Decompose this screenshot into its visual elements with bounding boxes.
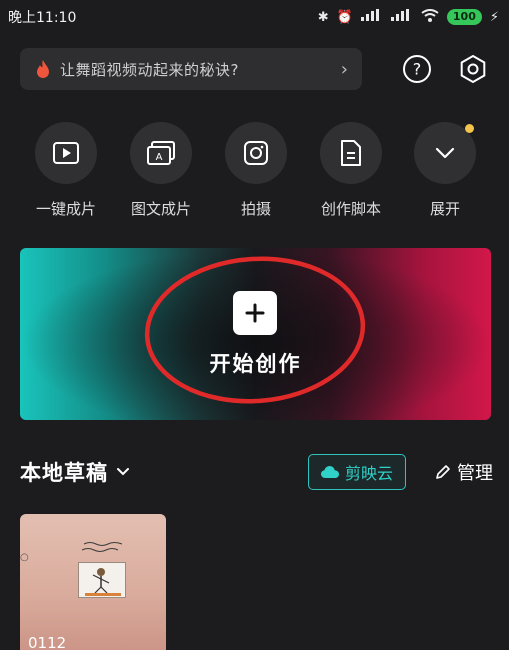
thumbnail-image	[78, 562, 126, 598]
manage-button[interactable]: 管理	[427, 454, 493, 490]
draft-name: 0112	[28, 634, 67, 650]
cloud-button[interactable]: 剪映云	[308, 454, 406, 490]
alarm-icon: ⏰	[336, 9, 353, 25]
drafts-header: 本地草稿 剪映云 管理	[20, 454, 493, 490]
chevron-down-icon[interactable]	[116, 465, 130, 479]
svg-text:?: ?	[413, 60, 422, 79]
shortcut-row: 一键成片 A 图文成片 拍摄 创作脚本 展开	[0, 122, 509, 232]
play-icon	[35, 122, 97, 184]
shortcut-label: 拍摄	[240, 200, 271, 218]
search-bar[interactable]: 让舞蹈视频动起来的秘诀? ›	[20, 48, 362, 90]
svg-text:A: A	[156, 152, 163, 163]
thumbnail-mark: ○	[20, 552, 29, 563]
cloud-label: 剪映云	[344, 464, 393, 483]
drafts-title[interactable]: 本地草稿	[20, 457, 108, 487]
search-prompt: 让舞蹈视频动起来的秘诀?	[60, 60, 239, 79]
camera-icon	[225, 122, 287, 184]
status-bar: 晚上11:10 ✱ ⏰ 100 ⚡	[0, 0, 509, 34]
shortcut-one-click[interactable]: 一键成片	[26, 122, 106, 232]
shortcut-text-to-video[interactable]: A 图文成片	[121, 122, 201, 232]
notification-dot	[465, 124, 474, 133]
shortcut-label: 创作脚本	[320, 200, 381, 218]
charging-icon: ⚡	[489, 9, 499, 25]
plus-icon	[233, 291, 277, 335]
draft-thumbnail	[78, 540, 134, 606]
chevron-down-icon	[414, 122, 476, 184]
shortcut-expand[interactable]: 展开	[405, 122, 485, 232]
shortcut-label: 图文成片	[130, 200, 191, 218]
thumbnail-scribble	[81, 542, 123, 552]
flame-icon	[37, 60, 49, 78]
start-create-card[interactable]: 开始创作	[20, 248, 491, 420]
chevron-right-icon: ›	[340, 58, 348, 80]
draft-item[interactable]: ○ 0112	[20, 514, 166, 650]
edit-icon	[436, 465, 450, 479]
settings-button[interactable]	[456, 52, 490, 86]
text-to-video-icon: A	[130, 122, 192, 184]
manage-label: 管理	[457, 463, 493, 484]
help-icon: ?	[403, 55, 431, 83]
status-icons: ✱ ⏰ 100 ⚡	[317, 8, 499, 26]
shortcut-label: 一键成片	[35, 200, 96, 218]
start-create-label: 开始创作	[209, 352, 302, 376]
bluetooth-icon: ✱	[317, 9, 329, 25]
shortcut-script[interactable]: 创作脚本	[311, 122, 391, 232]
wifi-icon	[421, 8, 439, 26]
shortcut-camera[interactable]: 拍摄	[216, 122, 296, 232]
settings-icon	[460, 54, 486, 84]
signal-icon-2	[390, 9, 413, 25]
help-button[interactable]: ?	[400, 52, 434, 86]
battery-indicator: 100	[446, 9, 482, 25]
signal-icon	[360, 9, 383, 25]
status-time: 晚上11:10	[8, 10, 77, 26]
cloud-icon	[320, 466, 339, 478]
script-icon	[320, 122, 382, 184]
shortcut-label: 展开	[429, 200, 460, 218]
